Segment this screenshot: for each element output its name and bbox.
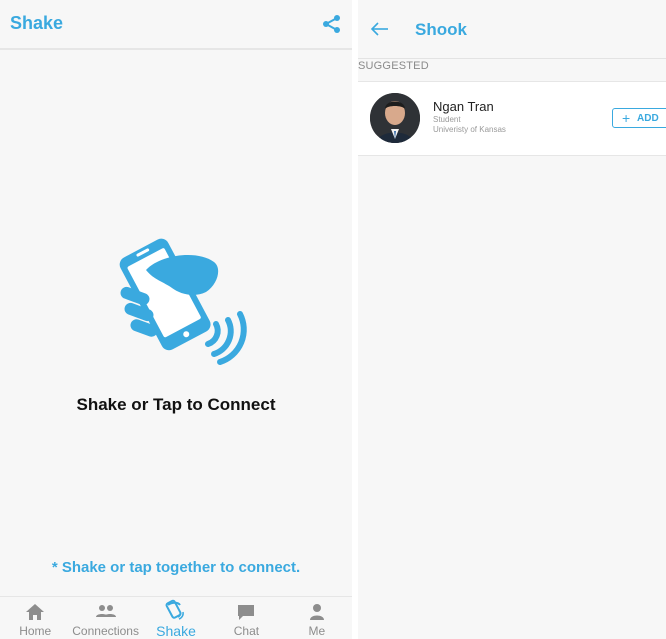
page-title: Shake: [10, 13, 64, 33]
app-bar: Shook: [358, 0, 666, 58]
shake-to-connect-label: Shake or Tap to Connect: [76, 395, 276, 414]
bottom-tab-bar: Home Connections Shake Chat Me: [0, 596, 352, 639]
page-title: Shook: [415, 20, 467, 39]
tab-chat[interactable]: Chat: [211, 597, 281, 639]
add-contact-button[interactable]: + ADD: [612, 108, 666, 128]
shake-screen: Shake Shake or Tap to Connect * Shake or…: [0, 0, 352, 639]
back-arrow-icon[interactable]: [370, 21, 390, 37]
add-button-label: ADD: [637, 113, 659, 124]
chat-icon: [238, 605, 255, 620]
tab-me[interactable]: Me: [282, 597, 352, 639]
suggested-contact-card[interactable]: Ngan Tran Student Univeristy of Kansas +…: [358, 81, 666, 156]
avatar-photo: [370, 93, 420, 143]
person-icon: [309, 604, 324, 620]
tab-me-label: Me: [308, 624, 326, 638]
share-icon[interactable]: [322, 14, 342, 34]
app-bar: Shake: [0, 0, 352, 50]
tab-chat-label: Chat: [233, 624, 260, 638]
avatar[interactable]: [370, 93, 420, 143]
shake-phone-illustration[interactable]: [106, 232, 256, 367]
home-icon: [26, 604, 45, 620]
tab-connections[interactable]: Connections: [70, 597, 140, 639]
shake-icon: [165, 599, 184, 620]
tab-connections-label: Connections: [72, 624, 139, 638]
tab-home-label: Home: [19, 624, 52, 638]
shook-screen: Shook SUGGESTED Ngan Tran Student Univer…: [358, 0, 666, 639]
contact-name: Ngan Tran: [433, 99, 494, 114]
tab-shake-label: Shake: [156, 623, 196, 639]
people-icon: [95, 605, 116, 617]
contact-school: Univeristy of Kansas: [433, 125, 506, 134]
section-header: SUGGESTED: [358, 58, 666, 81]
tab-shake[interactable]: Shake: [141, 597, 211, 639]
contact-role: Student: [433, 115, 461, 124]
shake-hint: * Shake or tap together to connect.: [51, 559, 301, 576]
tab-home[interactable]: Home: [0, 597, 70, 639]
section-label: SUGGESTED: [358, 60, 429, 72]
plus-icon: +: [622, 110, 631, 126]
